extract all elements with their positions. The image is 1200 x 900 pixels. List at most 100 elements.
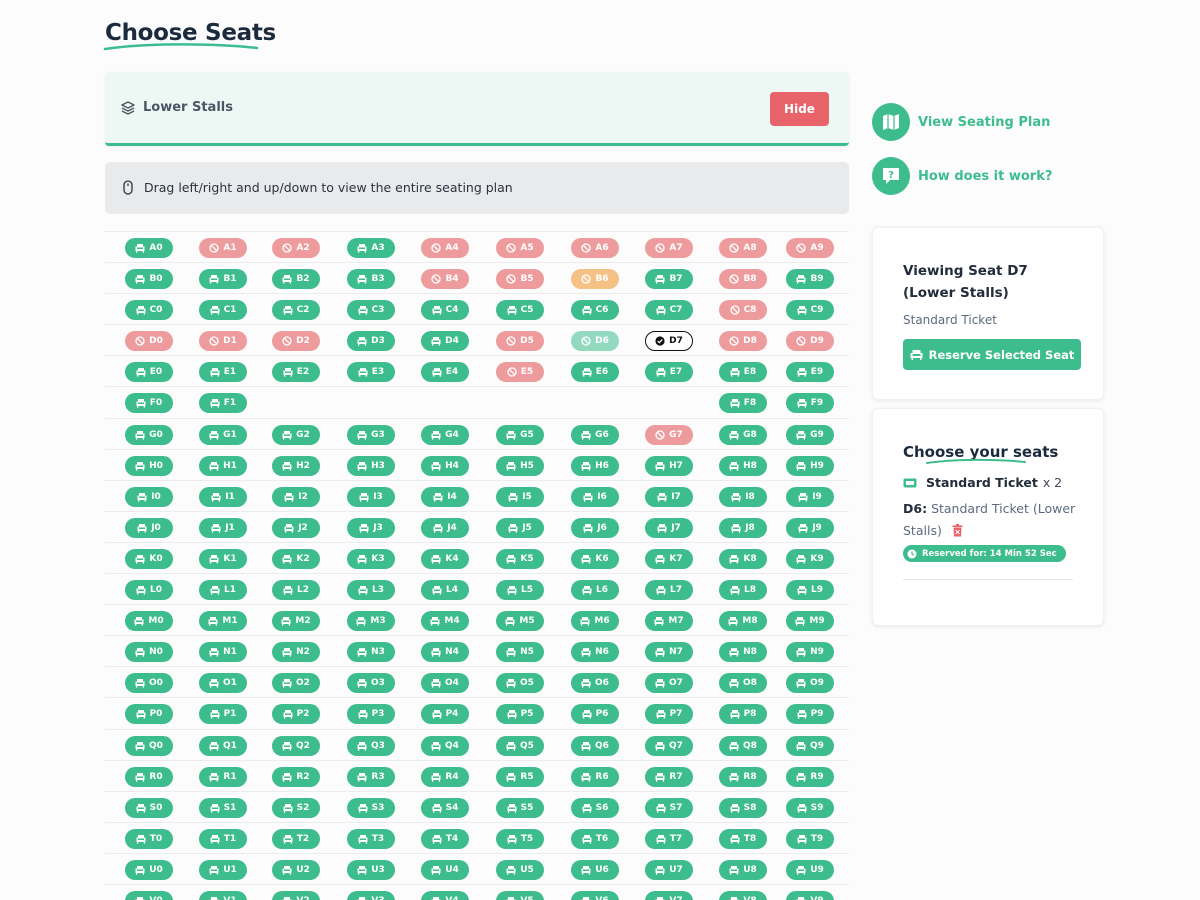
- seat-j4[interactable]: J4: [421, 517, 469, 538]
- seat-d7[interactable]: D7: [645, 331, 693, 352]
- seat-c7[interactable]: C7: [645, 300, 693, 321]
- seat-o0[interactable]: O0: [125, 673, 173, 694]
- seat-p1[interactable]: P1: [199, 704, 247, 725]
- seat-s4[interactable]: S4: [421, 797, 469, 818]
- seat-u1[interactable]: U1: [199, 859, 247, 880]
- seat-h9[interactable]: H9: [786, 455, 834, 476]
- seat-s0[interactable]: S0: [125, 797, 173, 818]
- seat-p8[interactable]: P8: [719, 704, 767, 725]
- seat-t2[interactable]: T2: [272, 828, 320, 849]
- seat-k6[interactable]: K6: [571, 548, 619, 569]
- seat-d3[interactable]: D3: [347, 331, 395, 352]
- seat-p5[interactable]: P5: [496, 704, 544, 725]
- seat-n8[interactable]: N8: [719, 642, 767, 663]
- seat-t0[interactable]: T0: [125, 828, 173, 849]
- seat-b1[interactable]: B1: [199, 269, 247, 290]
- seat-b3[interactable]: B3: [347, 269, 395, 290]
- seat-c3[interactable]: C3: [347, 300, 395, 321]
- seat-r5[interactable]: R5: [496, 766, 544, 787]
- seat-m7[interactable]: M7: [645, 611, 693, 632]
- seat-h1[interactable]: H1: [199, 455, 247, 476]
- seat-p9[interactable]: P9: [786, 704, 834, 725]
- seat-k3[interactable]: K3: [347, 548, 395, 569]
- seat-l6[interactable]: L6: [571, 580, 619, 601]
- seat-b7[interactable]: B7: [645, 269, 693, 290]
- seat-s2[interactable]: S2: [272, 797, 320, 818]
- seat-j3[interactable]: J3: [347, 517, 395, 538]
- seat-v2[interactable]: V2: [272, 890, 320, 900]
- seat-q6[interactable]: Q6: [571, 735, 619, 756]
- seat-r3[interactable]: R3: [347, 766, 395, 787]
- seat-e9[interactable]: E9: [786, 362, 834, 383]
- seat-p6[interactable]: P6: [571, 704, 619, 725]
- seat-v5[interactable]: V5: [496, 890, 544, 900]
- seat-q2[interactable]: Q2: [272, 735, 320, 756]
- seat-e6[interactable]: E6: [571, 362, 619, 383]
- seat-f1[interactable]: F1: [199, 393, 247, 414]
- seat-s6[interactable]: S6: [571, 797, 619, 818]
- seat-q4[interactable]: Q4: [421, 735, 469, 756]
- reserve-seat-button[interactable]: Reserve Selected Seat: [903, 339, 1081, 370]
- seat-e0[interactable]: E0: [125, 362, 173, 383]
- seat-u6[interactable]: U6: [571, 859, 619, 880]
- seat-m1[interactable]: M1: [199, 611, 247, 632]
- seat-i8[interactable]: I8: [719, 486, 767, 507]
- seat-g8[interactable]: G8: [719, 424, 767, 445]
- seat-u0[interactable]: U0: [125, 859, 173, 880]
- seat-q5[interactable]: Q5: [496, 735, 544, 756]
- seat-j6[interactable]: J6: [571, 517, 619, 538]
- seat-e3[interactable]: E3: [347, 362, 395, 383]
- seat-k8[interactable]: K8: [719, 548, 767, 569]
- seat-v1[interactable]: V1: [199, 890, 247, 900]
- seat-o5[interactable]: O5: [496, 673, 544, 694]
- seat-j7[interactable]: J7: [645, 517, 693, 538]
- seat-f8[interactable]: F8: [719, 393, 767, 414]
- seat-m2[interactable]: M2: [272, 611, 320, 632]
- seat-b2[interactable]: B2: [272, 269, 320, 290]
- seat-u8[interactable]: U8: [719, 859, 767, 880]
- seat-g1[interactable]: G1: [199, 424, 247, 445]
- seat-q0[interactable]: Q0: [125, 735, 173, 756]
- seat-r8[interactable]: R8: [719, 766, 767, 787]
- seat-s3[interactable]: S3: [347, 797, 395, 818]
- seat-q7[interactable]: Q7: [645, 735, 693, 756]
- seat-r6[interactable]: R6: [571, 766, 619, 787]
- seat-l2[interactable]: L2: [272, 580, 320, 601]
- seat-i3[interactable]: I3: [347, 486, 395, 507]
- seat-c0[interactable]: C0: [125, 300, 173, 321]
- seat-p0[interactable]: P0: [125, 704, 173, 725]
- seat-f0[interactable]: F0: [125, 393, 173, 414]
- seat-o6[interactable]: O6: [571, 673, 619, 694]
- seat-i5[interactable]: I5: [496, 486, 544, 507]
- seat-n6[interactable]: N6: [571, 642, 619, 663]
- how-it-works-link[interactable]: ? How does it work?: [872, 157, 1052, 195]
- seat-d4[interactable]: D4: [421, 331, 469, 352]
- seat-h8[interactable]: H8: [719, 455, 767, 476]
- seat-l5[interactable]: L5: [496, 580, 544, 601]
- seat-q1[interactable]: Q1: [199, 735, 247, 756]
- seat-a3[interactable]: A3: [347, 238, 395, 258]
- seat-c4[interactable]: C4: [421, 300, 469, 321]
- seat-e1[interactable]: E1: [199, 362, 247, 383]
- seat-h5[interactable]: H5: [496, 455, 544, 476]
- seat-k5[interactable]: K5: [496, 548, 544, 569]
- seat-l8[interactable]: L8: [719, 580, 767, 601]
- seat-n3[interactable]: N3: [347, 642, 395, 663]
- seat-o8[interactable]: O8: [719, 673, 767, 694]
- seat-u5[interactable]: U5: [496, 859, 544, 880]
- seat-h0[interactable]: H0: [125, 455, 173, 476]
- seat-t9[interactable]: T9: [786, 828, 834, 849]
- seat-u7[interactable]: U7: [645, 859, 693, 880]
- seat-j9[interactable]: J9: [786, 517, 834, 538]
- seat-m0[interactable]: M0: [125, 611, 173, 632]
- seat-u2[interactable]: U2: [272, 859, 320, 880]
- seat-n5[interactable]: N5: [496, 642, 544, 663]
- seat-c6[interactable]: C6: [571, 300, 619, 321]
- seat-u9[interactable]: U9: [786, 859, 834, 880]
- seat-k7[interactable]: K7: [645, 548, 693, 569]
- hide-button[interactable]: Hide: [770, 92, 829, 126]
- seat-h6[interactable]: H6: [571, 455, 619, 476]
- seat-e2[interactable]: E2: [272, 362, 320, 383]
- seat-k0[interactable]: K0: [125, 548, 173, 569]
- seat-v9[interactable]: V9: [786, 890, 834, 900]
